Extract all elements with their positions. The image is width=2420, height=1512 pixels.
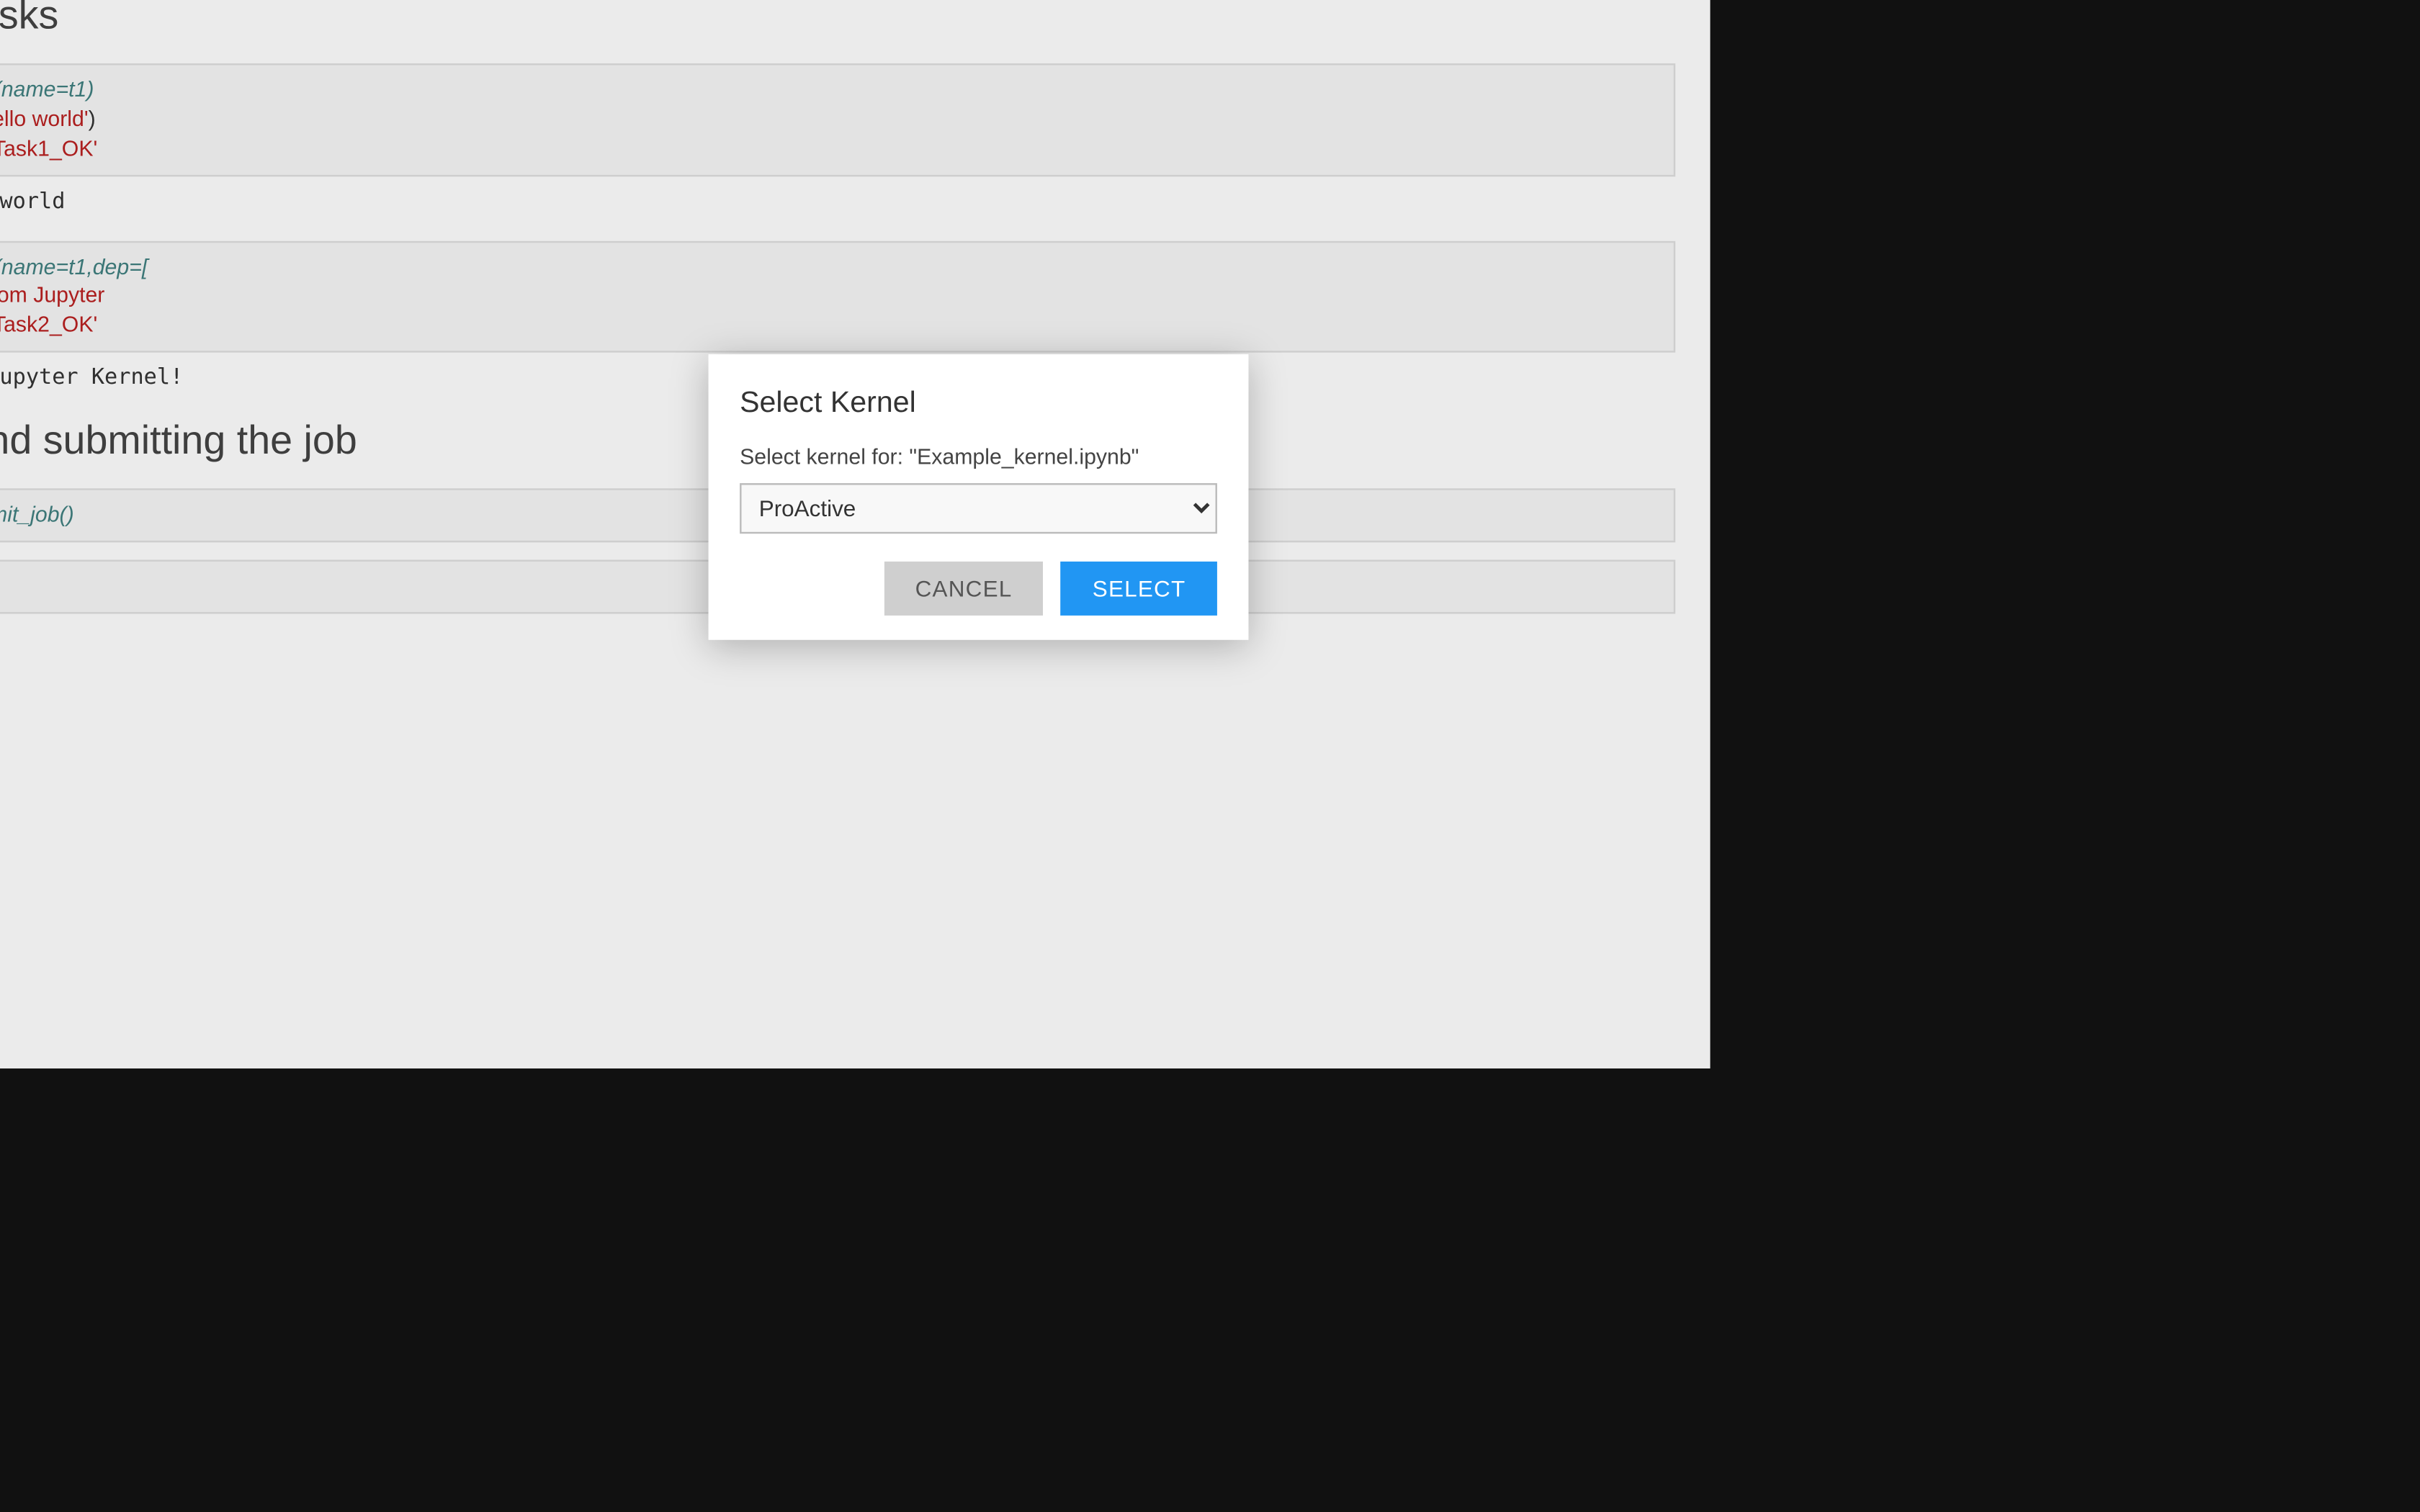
kernel-select[interactable]: ProActive xyxy=(740,483,1217,534)
cancel-button[interactable]: CANCEL xyxy=(884,562,1044,616)
dialog-title: Select Kernel xyxy=(740,386,1217,420)
main-area: Example_kernel.ipynb × Code Python 3 xyxy=(0,0,1710,1068)
dialog-message: Select kernel for: "Example_kernel.ipynb… xyxy=(740,445,1217,469)
select-kernel-dialog: Select Kernel Select kernel for: "Exampl… xyxy=(709,354,1249,640)
select-button[interactable]: SELECT xyxy=(1061,562,1217,616)
